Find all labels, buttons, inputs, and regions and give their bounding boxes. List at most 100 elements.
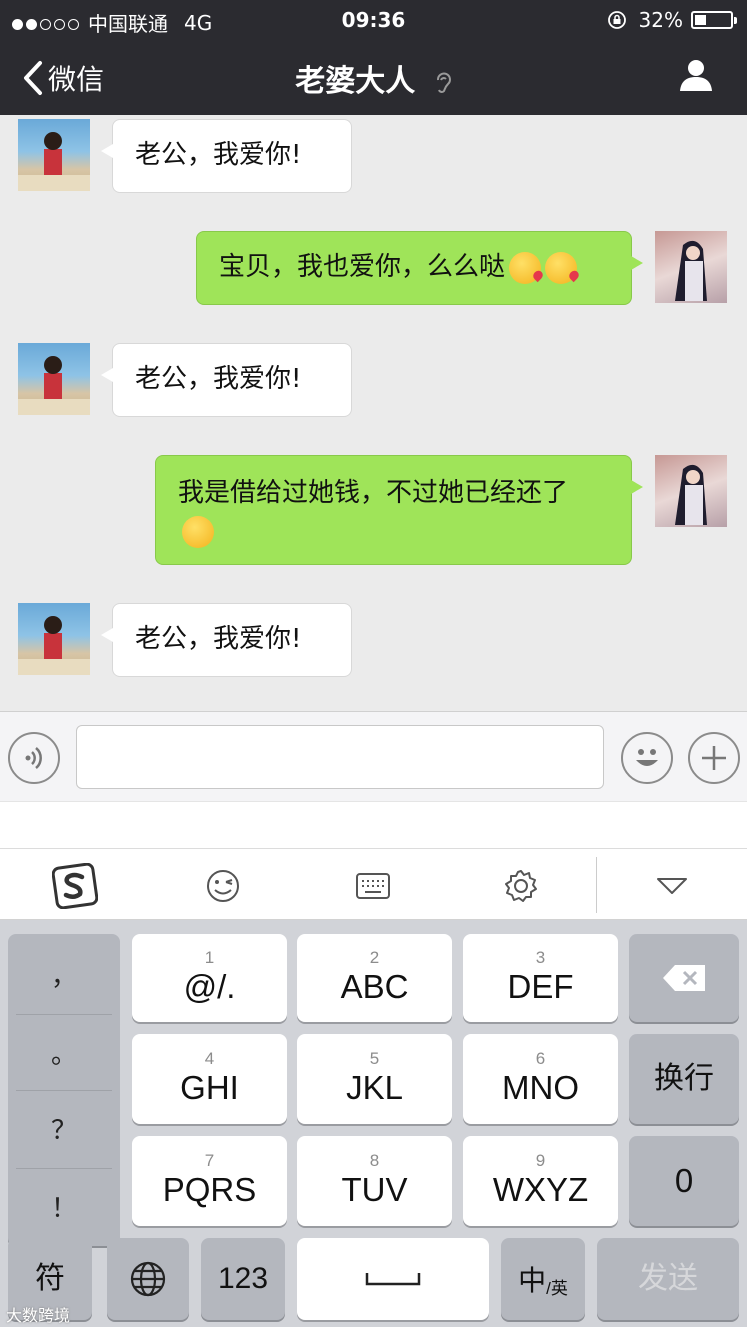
- battery-percent: 32%: [638, 8, 683, 32]
- message-bubble-incoming[interactable]: 老公，我爱你!: [101, 119, 352, 193]
- key-2[interactable]: 2 ABC: [297, 934, 452, 1022]
- message-text: 老公，我爱你!: [135, 624, 302, 654]
- wink-face-icon: [207, 870, 239, 902]
- punctuation-key[interactable]: ，: [8, 936, 120, 1012]
- message-text: 老公，我爱你!: [135, 364, 302, 394]
- language-switch-key[interactable]: 中 /英: [501, 1238, 585, 1320]
- triangle-down-icon: [657, 878, 687, 894]
- my-avatar[interactable]: [655, 455, 727, 527]
- punctuation-column: ， 。 ？ ！: [8, 934, 120, 1246]
- globe-key[interactable]: [107, 1238, 189, 1320]
- pleading-face-emoji: [182, 515, 214, 548]
- space-bar-icon: [365, 1273, 421, 1286]
- message-text: 老公，我爱你!: [135, 140, 302, 170]
- send-key[interactable]: 发送: [597, 1238, 739, 1320]
- message-bubble-incoming[interactable]: 老公，我爱你!: [101, 603, 352, 677]
- message-bubble-outgoing[interactable]: 宝贝，我也爱你，么么哒: [196, 231, 643, 305]
- key-label: 发送: [638, 1262, 698, 1295]
- key-number: 8: [369, 1151, 380, 1170]
- earpiece-mode-icon: [436, 72, 451, 93]
- keyboard-icon: [356, 873, 390, 899]
- punctuation-key[interactable]: ！: [8, 1168, 120, 1244]
- ime-toolbar: [0, 848, 747, 920]
- key-label: PQRS: [162, 1171, 257, 1208]
- key-label: 符: [35, 1262, 65, 1295]
- key-number: 5: [369, 1049, 380, 1068]
- key-8[interactable]: 8 TUV: [297, 1136, 452, 1226]
- keyboard-switch-button[interactable]: [350, 863, 396, 909]
- contact-name: 老婆大人: [295, 64, 416, 99]
- message-text: 宝贝，我也爱你，么么哒: [219, 252, 506, 282]
- message-bubble-outgoing[interactable]: 我是借给过她钱，不过她已经还了: [155, 455, 643, 565]
- key-number: 7: [204, 1151, 215, 1170]
- newline-key[interactable]: 换行: [629, 1034, 739, 1124]
- key-number: 1: [204, 948, 215, 967]
- punctuation-key[interactable]: ？: [8, 1090, 120, 1166]
- chat-title: 老婆大人: [0, 56, 747, 100]
- plus-icon: [702, 746, 726, 770]
- key-6[interactable]: 6 MNO: [463, 1034, 618, 1124]
- emoji-button[interactable]: [621, 732, 673, 784]
- lang-main-label: 中: [518, 1265, 547, 1296]
- input-gap: [0, 801, 747, 848]
- backspace-icon: [663, 965, 705, 991]
- message-list[interactable]: 老公，我爱你! 宝贝，我也爱你，么么哒 老公，我爱你! 我是借给过她钱，不过她已…: [0, 115, 747, 711]
- key-number: 3: [535, 948, 546, 967]
- key-label: MNO: [502, 1069, 579, 1106]
- key-4[interactable]: 4 GHI: [132, 1034, 287, 1124]
- key-label: GHI: [180, 1069, 239, 1106]
- key-7[interactable]: 7 PQRS: [132, 1136, 287, 1226]
- nav-bar: 微信 老婆大人: [0, 40, 747, 115]
- sogou-logo-icon: [52, 863, 98, 909]
- key-3[interactable]: 3 DEF: [463, 934, 618, 1022]
- contact-avatar[interactable]: [18, 119, 90, 191]
- delete-key[interactable]: [629, 934, 739, 1022]
- key-5[interactable]: 5 JKL: [297, 1034, 452, 1124]
- voice-icon: [25, 747, 42, 769]
- contact-avatar[interactable]: [18, 343, 90, 415]
- hide-keyboard-button[interactable]: [649, 863, 695, 909]
- globe-icon: [130, 1261, 166, 1297]
- nine-key-keyboard: ， 。 ？ ！ 1 @/. 2 ABC 3 DEF 4 GHI 5 JKL 6 …: [0, 920, 747, 1327]
- sogou-logo-button[interactable]: [52, 863, 98, 909]
- input-bar: [0, 711, 747, 801]
- battery-icon: [691, 11, 737, 29]
- voice-input-button[interactable]: [8, 732, 60, 784]
- top-bar: 中国联通 4G 09:36 32% 微信 老婆大人: [0, 0, 747, 115]
- key-label: JKL: [346, 1069, 403, 1106]
- key-number: 2: [369, 948, 380, 967]
- numbers-key[interactable]: 123: [201, 1238, 285, 1320]
- key-label: ABC: [340, 968, 409, 1005]
- watermark: 大数跨境: [6, 1306, 71, 1325]
- more-options-button[interactable]: [688, 732, 740, 784]
- key-9[interactable]: 9 WXYZ: [463, 1136, 618, 1226]
- key-number: 4: [204, 1049, 215, 1068]
- key-label: DEF: [507, 968, 574, 1005]
- key-1[interactable]: 1 @/.: [132, 934, 287, 1022]
- ime-emoji-button[interactable]: [200, 863, 246, 909]
- my-avatar[interactable]: [655, 231, 727, 303]
- gear-icon: [505, 870, 537, 902]
- key-label: 123: [217, 1262, 269, 1295]
- rotation-lock-icon: [607, 11, 626, 29]
- key-label: 换行: [654, 1062, 714, 1095]
- key-label: @/.: [183, 968, 236, 1005]
- key-number: 9: [535, 1151, 546, 1170]
- space-key[interactable]: [297, 1238, 489, 1320]
- key-0[interactable]: 0: [629, 1136, 739, 1226]
- lang-sub-label: /英: [546, 1278, 568, 1298]
- message-bubble-incoming[interactable]: 老公，我爱你!: [101, 343, 352, 417]
- message-text: 我是借给过她钱，不过她已经还了: [178, 478, 569, 508]
- status-bar: 中国联通 4G 09:36 32%: [0, 0, 747, 40]
- contact-avatar[interactable]: [18, 603, 90, 675]
- key-number: 6: [535, 1049, 546, 1068]
- person-icon: [680, 60, 712, 91]
- contact-profile-button[interactable]: [679, 58, 713, 96]
- ime-settings-button[interactable]: [498, 863, 544, 909]
- toolbar-divider: [596, 857, 597, 913]
- message-input[interactable]: [76, 725, 604, 789]
- key-label: TUV: [341, 1171, 408, 1208]
- kissing-heart-emoji: [509, 251, 542, 284]
- smiley-icon: [636, 749, 658, 766]
- punctuation-key[interactable]: 。: [8, 1014, 120, 1090]
